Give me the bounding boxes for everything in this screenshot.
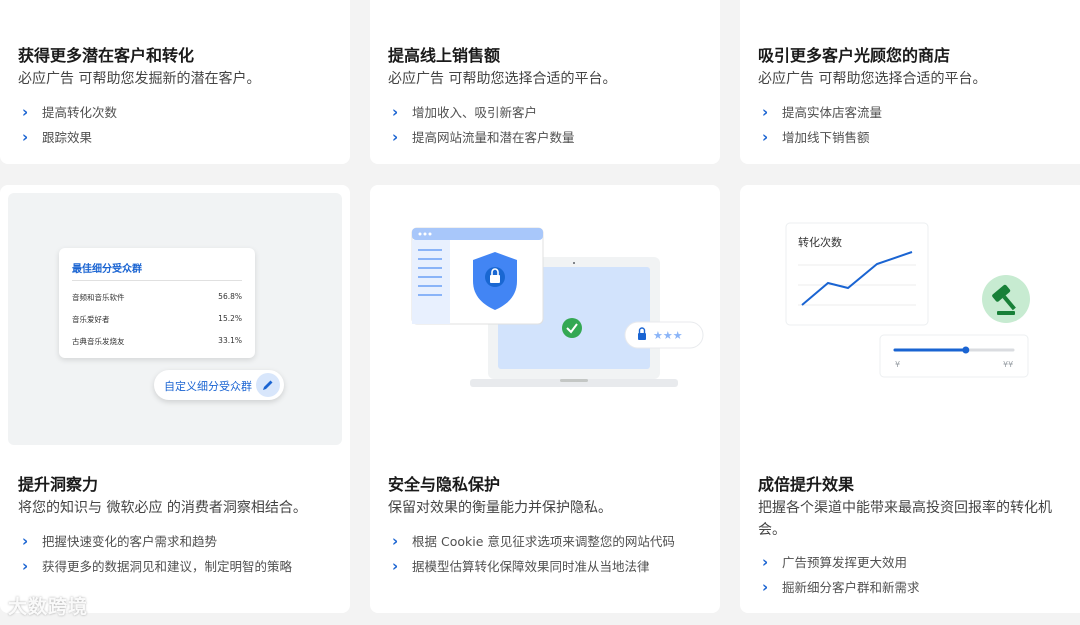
chevron-right-icon: ›: [762, 103, 769, 121]
list-item: › 增加线下销售额: [762, 125, 882, 150]
segment-row: 古典音乐发烧友 33.1%: [72, 336, 242, 346]
slider-max-label: ¥¥: [1003, 360, 1013, 369]
custom-segment-chip: 自定义细分受众群: [154, 370, 284, 400]
performance-illustration: 转化次数 ¥ ¥¥: [785, 222, 1030, 378]
chevron-right-icon: ›: [392, 557, 399, 575]
card-insights: 最佳细分受众群 音频和音乐软件 56.8% 音乐爱好者 15.2% 古典音乐发烧友 3…: [0, 185, 350, 613]
card-privacy: ★★★ 安全与隐私保护 保留对效果的衡量能力并保护隐私。 › 根据 Cookie …: [370, 185, 720, 613]
card-description: 必应广告 可帮助您发掘新的潜在客户。: [18, 71, 261, 87]
list-item: › 据模型估算转化保障效果同时准从当地法律: [392, 554, 675, 579]
card-title: 提升洞察力: [18, 475, 99, 494]
segment-row: 音乐爱好者 15.2%: [72, 314, 242, 324]
list-item: › 提高实体店客流量: [762, 100, 882, 125]
lock-icon: [638, 333, 646, 340]
bullet-list: › 提高转化次数 › 跟踪效果: [22, 100, 117, 150]
card-description: 将您的知识与 微软必应 的消费者洞察相结合。: [18, 500, 307, 516]
chevron-right-icon: ›: [762, 128, 769, 146]
segment-card-title: 最佳细分受众群: [72, 264, 142, 275]
card-description: 必应广告 可帮助您选择合适的平台。: [758, 71, 987, 87]
watermark: 大数跨境: [8, 596, 89, 618]
list-item: › 提高网站流量和潜在客户数量: [392, 125, 575, 150]
bullet-list: › 广告预算发挥更大效用 › 掘新细分客户群和新需求: [762, 550, 920, 600]
password-mask: ★★★: [653, 329, 683, 342]
card-description: 把握各个渠道中能带来最高投资回报率的转化机会。: [758, 500, 1052, 538]
chevron-right-icon: ›: [392, 532, 399, 550]
card-description: 必应广告 可帮助您选择合适的平台。: [388, 71, 617, 87]
list-item: › 广告预算发挥更大效用: [762, 550, 920, 575]
chevron-right-icon: ›: [22, 128, 29, 146]
list-item: › 提高转化次数: [22, 100, 117, 125]
card-description: 保留对效果的衡量能力并保护隐私。: [388, 500, 612, 516]
audience-segment-card: 最佳细分受众群 音频和音乐软件 56.8% 音乐爱好者 15.2% 古典音乐发烧友 3…: [59, 248, 255, 358]
chevron-right-icon: ›: [762, 553, 769, 571]
card-title: 吸引更多客户光顾您的商店: [758, 46, 951, 65]
custom-segment-label: 自定义细分受众群: [164, 380, 252, 393]
bullet-list: › 增加收入、吸引新客户 › 提高网站流量和潜在客户数量: [392, 100, 575, 150]
list-item: › 增加收入、吸引新客户: [392, 100, 575, 125]
conversion-chart-title: 转化次数: [798, 235, 842, 249]
chevron-right-icon: ›: [22, 557, 29, 575]
chevron-right-icon: ›: [22, 532, 29, 550]
budget-slider-knob: [962, 346, 970, 354]
chevron-right-icon: ›: [22, 103, 29, 121]
check-icon: [562, 318, 582, 338]
card-title: 获得更多潜在客户和转化: [18, 46, 195, 65]
audience-illustration: 最佳细分受众群 音频和音乐软件 56.8% 音乐爱好者 15.2% 古典音乐发烧友 3…: [8, 193, 342, 445]
list-item: › 把握快速变化的客户需求和趋势: [22, 529, 292, 554]
card-title: 成倍提升效果: [758, 475, 855, 494]
list-item: › 掘新细分客户群和新需求: [762, 575, 920, 600]
privacy-illustration: ★★★: [411, 227, 704, 387]
bullet-list: › 把握快速变化的客户需求和趋势 › 获得更多的数据洞见和建议，制定明智的策略: [22, 529, 292, 579]
card-online-sales: 提高线上销售额 必应广告 可帮助您选择合适的平台。 › 增加收入、吸引新客户 › 提…: [370, 0, 720, 164]
bullet-list: › 根据 Cookie 意见征求选项来调整您的网站代码 › 据模型估算转化保障效果同…: [392, 529, 675, 579]
divider: [72, 280, 242, 281]
chevron-right-icon: ›: [762, 578, 769, 596]
bullet-list: › 提高实体店客流量 › 增加线下销售额: [762, 100, 882, 150]
card-title: 提高线上销售额: [388, 46, 501, 65]
card-more-leads: 获得更多潜在客户和转化 必应广告 可帮助您发掘新的潜在客户。 › 提高转化次数 ›…: [0, 0, 350, 164]
segment-row: 音频和音乐软件 56.8%: [72, 292, 242, 302]
card-performance: 转化次数 ¥ ¥¥ 成倍提升效果 把握各个渠道中能带来最高投资回报率的转化机会。…: [740, 185, 1080, 613]
slider-min-label: ¥: [895, 360, 900, 369]
chevron-right-icon: ›: [392, 103, 399, 121]
card-store-visits: 吸引更多客户光顾您的商店 必应广告 可帮助您选择合适的平台。 › 提高实体店客流量…: [740, 0, 1080, 164]
chevron-right-icon: ›: [392, 128, 399, 146]
pencil-icon: [256, 373, 280, 397]
card-title: 安全与隐私保护: [388, 475, 501, 494]
list-item: › 跟踪效果: [22, 125, 117, 150]
list-item: › 获得更多的数据洞见和建议，制定明智的策略: [22, 554, 292, 579]
list-item: › 根据 Cookie 意见征求选项来调整您的网站代码: [392, 529, 675, 554]
